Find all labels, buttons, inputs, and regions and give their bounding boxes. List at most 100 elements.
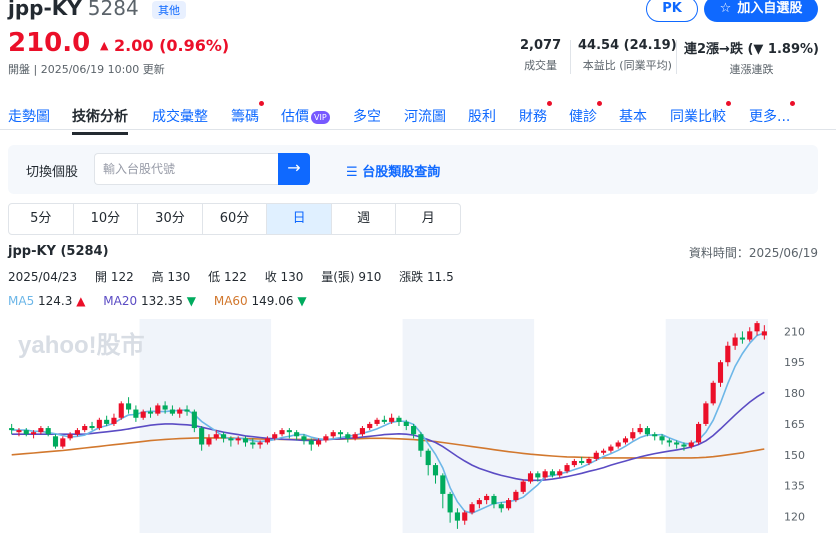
stat-streak-label: 連漲連跌 — [729, 63, 774, 76]
candle-body — [462, 512, 468, 521]
tab-label: 股利 — [468, 109, 496, 125]
notification-dot — [259, 101, 264, 106]
candle-body — [491, 495, 497, 505]
candle-body — [381, 419, 387, 422]
candle-body — [484, 495, 490, 501]
tab-chips[interactable]: 籌碼 — [231, 101, 264, 126]
candle-body — [286, 430, 292, 433]
ma60-value: 149.06 — [251, 294, 294, 308]
tab-technical[interactable]: 技術分析 — [72, 106, 128, 135]
streak-prefix: 連2漲→跌 ( — [684, 42, 754, 57]
period-week[interactable]: 週 — [332, 204, 397, 234]
candle-body — [242, 438, 249, 443]
candlestick-chart[interactable]: yahoo!股市 120 135 150 165 180 195 210 — [8, 319, 828, 533]
notification-dot — [726, 101, 731, 106]
tab-dividend[interactable]: 股利 — [468, 106, 496, 126]
ma60-label: MA60 — [213, 294, 248, 308]
candle-body — [703, 403, 709, 424]
candle-body — [622, 438, 629, 443]
search-submit-button[interactable]: → — [278, 153, 310, 185]
candle-body — [213, 434, 219, 439]
tab-label: 財務 — [519, 109, 547, 125]
arrow-right-icon: → — [287, 158, 301, 177]
candle-body — [133, 409, 139, 418]
tab-label: 走勢圖 — [8, 109, 50, 125]
candle-body — [104, 419, 110, 424]
candle-body — [608, 446, 614, 451]
tab-finance[interactable]: 財務 — [519, 101, 552, 126]
candle-body — [396, 417, 402, 422]
candle-body — [60, 438, 66, 447]
candle-body — [162, 405, 168, 410]
market-badge: 其他 — [152, 1, 186, 19]
tab-health[interactable]: 健診 — [569, 101, 602, 126]
period-60min[interactable]: 60分 — [203, 204, 268, 234]
candle-body — [761, 331, 767, 336]
tab-label: 河流圖 — [404, 109, 446, 125]
vip-badge: VIP — [311, 110, 330, 124]
tab-basic[interactable]: 基本 — [619, 106, 647, 126]
tab-river[interactable]: 河流圖 — [404, 106, 446, 126]
tab-label: 基本 — [619, 109, 647, 125]
candle-body — [352, 434, 358, 439]
price-change: ▲ 2.00 (0.96%) — [100, 36, 229, 55]
candle-body — [527, 473, 534, 482]
candle-body — [235, 438, 241, 441]
period-10min[interactable]: 10分 — [74, 204, 139, 234]
stock-search-input[interactable] — [94, 153, 280, 185]
candle-body — [367, 423, 373, 429]
ohlc-high: 高 130 — [151, 270, 191, 284]
streak-change: ▼ 1.89% — [753, 42, 814, 57]
tab-peers[interactable]: 同業比較 — [670, 101, 731, 126]
candle-body — [476, 500, 482, 505]
candle-body — [177, 409, 183, 414]
tab-trades[interactable]: 成交彙整 — [152, 106, 208, 126]
period-day[interactable]: 日 — [267, 204, 332, 234]
tab-valuation[interactable]: 估價 VIP — [281, 106, 330, 126]
candle-body — [191, 411, 197, 429]
tab-more[interactable]: 更多... — [749, 101, 796, 126]
stat-pe: 44.54 (24.19) 本益比 (同業平均) — [578, 38, 677, 73]
candle-body — [228, 438, 234, 441]
ma20-legend: MA20 132.35 ▼ — [103, 294, 196, 308]
candle-body — [506, 500, 512, 509]
current-price: 210.0 — [8, 28, 91, 58]
list-icon: ☰ — [346, 165, 358, 180]
ohlc-open: 開 122 — [95, 270, 134, 284]
candle-body — [337, 432, 344, 435]
candle-body — [330, 432, 336, 437]
candle-body — [294, 432, 300, 437]
add-watchlist-button[interactable]: ☆ 加入自選股 — [704, 0, 818, 22]
ma5-legend: MA5 124.3 ▲ — [8, 294, 85, 308]
ohlc-change: 漲跌 11.5 — [399, 270, 454, 284]
stat-volume-value: 2,077 — [520, 38, 562, 53]
candle-body — [739, 337, 745, 340]
stat-divider — [570, 40, 571, 74]
candle-body — [557, 471, 563, 476]
period-month[interactable]: 月 — [396, 204, 460, 234]
candle-body — [432, 465, 439, 476]
candle-body — [425, 450, 431, 466]
candle-body — [549, 471, 555, 476]
candle-body — [206, 438, 212, 445]
tab-long-short[interactable]: 多空 — [353, 106, 381, 126]
candle-body — [147, 411, 154, 414]
stat-streak: 連2漲→跌 (▼ 1.89%) 連漲連跌 — [684, 38, 819, 77]
candle-body — [111, 417, 117, 424]
candle-body — [199, 428, 205, 445]
switch-stock-label: 切換個股 — [26, 165, 79, 180]
y-tick-label: 135 — [784, 480, 805, 493]
candle-body — [447, 493, 453, 513]
tab-trend[interactable]: 走勢圖 — [8, 106, 50, 126]
period-30min[interactable]: 30分 — [138, 204, 203, 234]
candle-body — [82, 426, 88, 431]
y-tick-label: 165 — [784, 418, 805, 431]
candle-body — [615, 442, 621, 447]
ohlc-date: 2025/04/23 — [8, 270, 78, 284]
candle-body — [411, 426, 417, 435]
pk-button[interactable]: PK — [646, 0, 698, 22]
period-5min[interactable]: 5分 — [9, 204, 74, 234]
category-query-link[interactable]: ☰ 台股類股查詢 — [346, 161, 440, 180]
tab-label: 多空 — [353, 109, 381, 125]
tab-label: 籌碼 — [231, 109, 259, 125]
